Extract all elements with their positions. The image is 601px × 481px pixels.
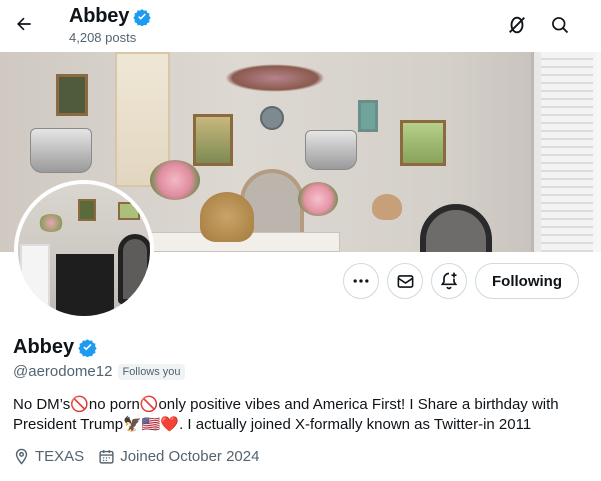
wall-picture-4 (358, 100, 378, 132)
heart-decor (372, 194, 402, 220)
more-options-button[interactable] (343, 263, 379, 299)
floral-swag (225, 64, 325, 92)
back-button[interactable] (10, 10, 38, 38)
search-button[interactable] (547, 12, 573, 38)
joined-text: Joined October 2024 (120, 448, 260, 465)
location-text: TEXAS (35, 448, 85, 465)
avatar-mirror (118, 234, 150, 304)
banner-roses-2 (298, 182, 338, 216)
posts-count: 4,208 posts (69, 30, 137, 45)
avatar-door (20, 244, 50, 316)
notifications-subscribe-button[interactable] (431, 263, 467, 299)
verified-badge-icon (133, 8, 151, 26)
chandelier-left (30, 128, 92, 173)
wall-picture-2 (193, 114, 233, 166)
location-item: TEXAS (13, 448, 84, 465)
location-pin-icon (15, 448, 28, 465)
avatar-flowers (38, 214, 64, 232)
window-blinds (541, 52, 593, 252)
notification-plus-icon (440, 272, 458, 290)
following-button[interactable]: Following (475, 263, 579, 299)
message-button[interactable] (387, 263, 423, 299)
wall-picture-1 (56, 74, 88, 116)
banner-wheat-bouquet (200, 192, 254, 242)
chandelier-right (305, 130, 357, 170)
search-icon (552, 17, 569, 34)
wall-clock (260, 106, 284, 130)
avatar-picture (78, 199, 96, 221)
joined-item: Joined October 2024 (98, 448, 259, 465)
verified-badge-icon (78, 339, 97, 357)
display-name-row: Abbey (13, 336, 97, 359)
unmute-button[interactable] (504, 12, 530, 38)
more-dots-icon (353, 279, 369, 283)
avatar-cabinet (56, 254, 114, 316)
header-title: Abbey (69, 5, 130, 27)
follows-you-badge: Follows you (118, 363, 185, 380)
display-name: Abbey (13, 336, 75, 358)
envelope-icon (397, 274, 413, 288)
unmute-icon (509, 16, 525, 34)
handle-row: @aerodome12 Follows you (13, 363, 185, 380)
arrow-left-icon (17, 17, 31, 31)
avatar-picture-2 (118, 202, 140, 220)
profile-bio: No DM’s🚫no porn🚫only positive vibes and … (13, 396, 559, 433)
profile-avatar[interactable] (14, 180, 154, 320)
wall-picture-3 (400, 120, 446, 166)
profile-header-bar: Abbey 4,208 posts (0, 0, 601, 52)
user-handle: @aerodome12 (13, 363, 113, 380)
calendar-icon (99, 450, 114, 464)
header-title-block: Abbey 4,208 posts (69, 5, 151, 45)
profile-meta: TEXAS Joined October 2024 (13, 448, 259, 465)
banner-roses-1 (150, 160, 200, 200)
